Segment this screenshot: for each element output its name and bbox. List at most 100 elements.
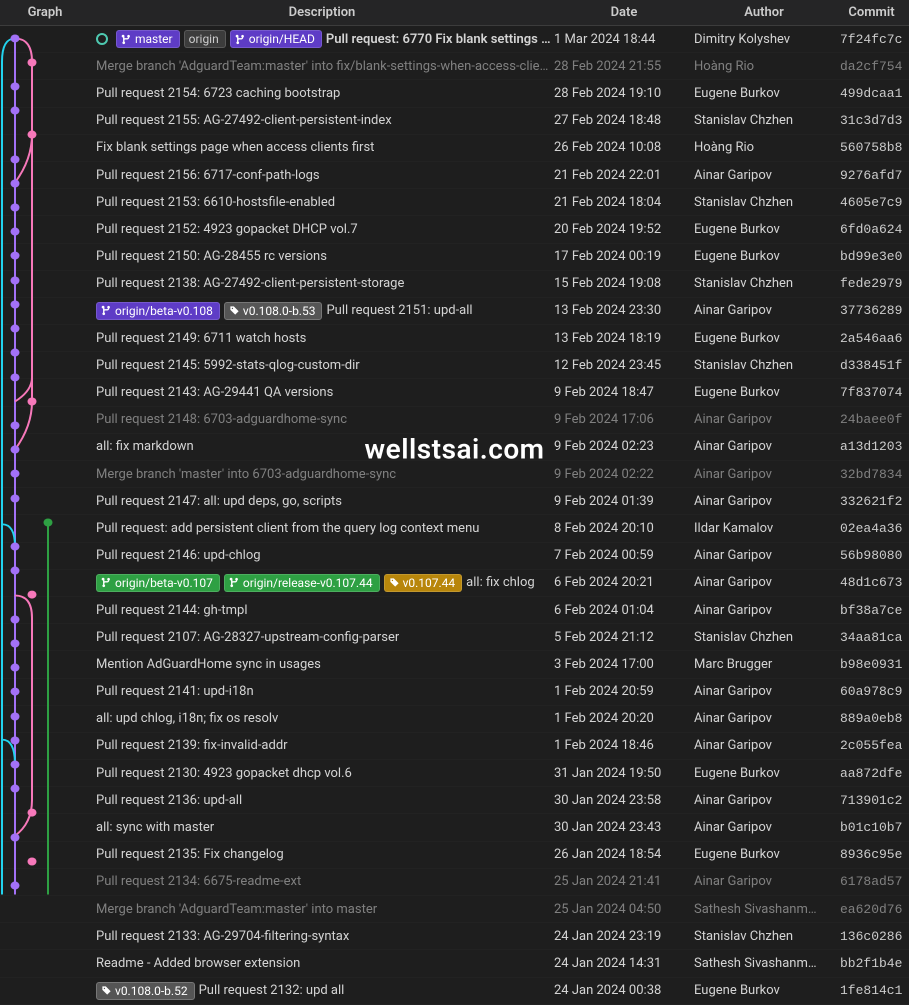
commit-row[interactable]: Pull request 2150: AG-28455 rc versions1… [0,244,909,271]
header-author[interactable]: Author [694,1,834,24]
commit-hash[interactable]: 713901c2 [834,793,909,808]
commit-row[interactable]: Pull request 2152: 4923 gopacket DHCP vo… [0,216,909,243]
commit-author: Eugene Burkov [694,86,834,101]
branch-badge[interactable]: origin/beta-v0.108 [96,302,220,320]
commit-hash[interactable]: 56b98080 [834,548,909,563]
commit-row[interactable]: Fix blank settings page when access clie… [0,135,909,162]
commit-hash[interactable]: 9276afd7 [834,168,909,183]
commit-row[interactable]: Pull request 2143: AG-29441 QA versions9… [0,379,909,406]
branch-badge[interactable]: origin [184,30,226,48]
commit-row[interactable]: Pull request 2147: all: upd deps, go, sc… [0,488,909,515]
commit-hash[interactable]: bf38a7ce [834,603,909,618]
header-date[interactable]: Date [554,1,694,24]
commit-hash[interactable]: 02ea4a36 [834,521,909,536]
commit-row[interactable]: Readme - Added browser extension24 Jan 2… [0,950,909,977]
commit-row[interactable]: Pull request 2145: 5992-stats-qlog-custo… [0,352,909,379]
tag-badge[interactable]: v0.108.0-b.52 [96,982,195,1000]
commit-message: Pull request 2155: AG-27492-client-persi… [96,113,392,128]
commit-row[interactable]: all: fix markdown9 Feb 2024 02:23Ainar G… [0,434,909,461]
commit-row[interactable]: Pull request 2133: AG-29704-filtering-sy… [0,923,909,950]
commit-hash[interactable]: 7f24fc7c [834,32,909,47]
commit-hash[interactable]: 32bd7834 [834,467,909,482]
commit-hash[interactable]: a13d1203 [834,439,909,454]
commit-row[interactable]: Pull request 2153: 6610-hostsfile-enable… [0,189,909,216]
commit-hash[interactable]: 6fd0a624 [834,222,909,237]
commit-hash[interactable]: 2a546aa6 [834,331,909,346]
branch-badge[interactable]: origin/release-v0.107.44 [224,574,380,592]
commit-hash[interactable]: fede2979 [834,276,909,291]
commit-row[interactable]: all: sync with master30 Jan 2024 23:43Ai… [0,814,909,841]
header-commit[interactable]: Commit [834,1,909,24]
commit-row[interactable]: origin/beta-v0.107 origin/release-v0.107.… [0,570,909,597]
commit-row[interactable]: Merge branch 'AdguardTeam:master' into f… [0,53,909,80]
header-description[interactable]: Description [90,1,554,24]
commit-row[interactable]: Merge branch 'AdguardTeam:master' into m… [0,896,909,923]
commit-hash[interactable]: da2cf754 [834,59,909,74]
commit-hash[interactable]: d338451f [834,358,909,373]
commit-hash[interactable]: 4605e7c9 [834,195,909,210]
commit-row[interactable]: Pull request 2155: AG-27492-client-persi… [0,108,909,135]
commit-row[interactable]: Pull request 2156: 6717-conf-path-logs21… [0,162,909,189]
commit-hash[interactable]: 37736289 [834,303,909,318]
commit-hash[interactable]: 7f837074 [834,385,909,400]
commit-row[interactable]: Pull request 2144: gh-tmpl6 Feb 2024 01:… [0,597,909,624]
commit-row[interactable]: Pull request 2139: fix-invalid-addr1 Feb… [0,733,909,760]
commit-row[interactable]: Pull request 2107: AG-28327-upstream-con… [0,624,909,651]
branch-badge[interactable]: master [116,30,180,48]
tag-badge[interactable]: v0.107.44 [384,574,463,592]
commit-row[interactable]: Pull request 2130: 4923 gopacket dhcp vo… [0,760,909,787]
commit-message: Pull request 2134: 6675-readme-ext [96,874,301,889]
branch-badge[interactable]: origin/beta-v0.107 [96,574,220,592]
badge-label: origin/release-v0.107.44 [243,576,373,590]
header-graph[interactable]: Graph [0,1,90,24]
commit-hash[interactable]: b01c10b7 [834,820,909,835]
commit-row[interactable]: Merge branch 'master' into 6703-adguardh… [0,461,909,488]
commit-row[interactable]: Pull request 2134: 6675-readme-ext25 Jan… [0,869,909,896]
commit-hash[interactable]: 60a978c9 [834,684,909,699]
commit-hash[interactable]: 560758b8 [834,140,909,155]
commit-hash[interactable]: 8936c95e [834,847,909,862]
commit-row[interactable]: Pull request: add persistent client from… [0,515,909,542]
commit-hash[interactable]: b98e0931 [834,657,909,672]
commit-hash[interactable]: aa872dfe [834,766,909,781]
commit-row[interactable]: Pull request 2148: 6703-adguardhome-sync… [0,407,909,434]
commit-date: 13 Feb 2024 18:19 [554,331,694,346]
commit-message: Merge branch 'AdguardTeam:master' into f… [96,59,554,74]
commit-hash[interactable]: 136c0286 [834,929,909,944]
commit-author: Stanislav Chzhen [694,358,834,373]
commit-hash[interactable]: ea620d76 [834,902,909,917]
commit-hash[interactable]: bb2f1b4e [834,956,909,971]
commit-hash[interactable]: 48d1c673 [834,575,909,590]
commit-row[interactable]: Pull request 2154: 6723 caching bootstra… [0,80,909,107]
commit-row[interactable]: Pull request 2146: upd-chlog7 Feb 2024 0… [0,543,909,570]
commit-hash[interactable]: 31c3d7d3 [834,113,909,128]
commit-message: Pull request 2148: 6703-adguardhome-sync [96,412,347,427]
commit-hash[interactable]: 332621f2 [834,494,909,509]
commit-author: Ildar Kamalov [694,521,834,536]
commit-row[interactable]: Pull request 2138: AG-27492-client-persi… [0,271,909,298]
commit-row[interactable]: origin/beta-v0.108v0.108.0-b.53Pull requ… [0,298,909,325]
commit-row[interactable]: Mention AdGuardHome sync in usages3 Feb … [0,651,909,678]
commit-message: Pull request 2145: 5992-stats-qlog-custo… [96,358,360,373]
commit-row[interactable]: Pull request 2135: Fix changelog26 Jan 2… [0,842,909,869]
commit-hash[interactable]: 24baee0f [834,412,909,427]
commit-hash[interactable]: 1fe814c1 [834,983,909,998]
commit-row[interactable]: all: upd chlog, i18n; fix os resolv1 Feb… [0,706,909,733]
commit-row[interactable]: Pull request 2141: upd-i18n1 Feb 2024 20… [0,679,909,706]
commit-hash[interactable]: 499dcaa1 [834,86,909,101]
commit-row[interactable]: v0.108.0-b.52Pull request 2132: upd all2… [0,978,909,1005]
commit-hash[interactable]: 34aa81ca [834,630,909,645]
commit-row[interactable]: masteroriginorigin/HEADPull request: 677… [0,26,909,53]
commit-hash[interactable]: 6178ad57 [834,874,909,889]
commit-date: 13 Feb 2024 23:30 [554,303,694,318]
commit-date: 24 Jan 2024 23:19 [554,929,694,944]
commit-message: Pull request 2139: fix-invalid-addr [96,738,288,753]
commit-hash[interactable]: 2c055fea [834,738,909,753]
branch-badge[interactable]: origin/HEAD [230,30,322,48]
commit-hash[interactable]: 889a0eb8 [834,711,909,726]
tag-badge[interactable]: v0.108.0-b.53 [224,302,323,320]
commit-row[interactable]: Pull request 2149: 6711 watch hosts13 Fe… [0,325,909,352]
commit-row[interactable]: Pull request 2136: upd-all30 Jan 2024 23… [0,787,909,814]
commit-hash[interactable]: bd99e3e0 [834,249,909,264]
commit-message: Pull request 2132: upd all [199,983,345,998]
